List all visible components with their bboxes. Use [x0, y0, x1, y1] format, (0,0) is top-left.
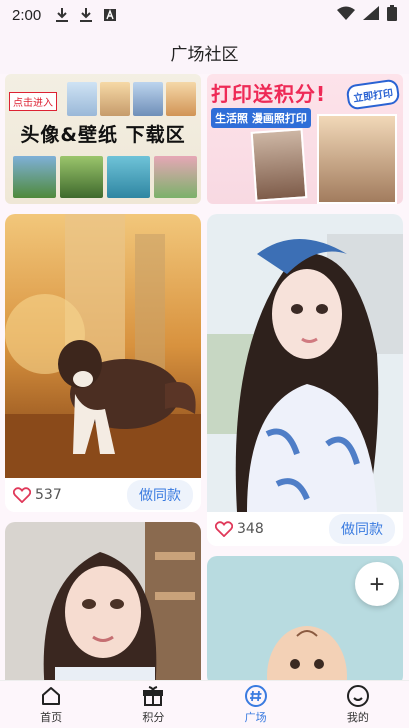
a-icon: [103, 7, 117, 23]
signal-icon: [363, 6, 379, 24]
home-icon: [40, 685, 62, 707]
heart-icon[interactable]: [215, 521, 233, 537]
avatar-thumbnails: [67, 82, 196, 116]
status-bar: 2:00: [0, 0, 409, 30]
tab-home[interactable]: 首页: [0, 681, 102, 728]
print-points-banner[interactable]: 打印送积分! 立即打印 生活照 漫画照打印: [207, 74, 403, 204]
tab-label: 广场: [244, 710, 267, 724]
page-title: 广场社区: [170, 44, 239, 65]
hash-icon: [244, 684, 267, 707]
create-post-button[interactable]: +: [355, 562, 399, 606]
heart-icon[interactable]: [13, 487, 31, 503]
wallpaper-download-banner[interactable]: 点击进入 头像&壁纸 下载区: [5, 74, 201, 204]
make-same-button[interactable]: 做同款: [329, 514, 395, 544]
tab-square[interactable]: 广场: [205, 681, 307, 728]
post-footer: 537 做同款: [5, 478, 201, 512]
like-count: 348: [237, 521, 264, 537]
download-icon: [55, 7, 69, 23]
tab-label: 积分: [142, 710, 165, 724]
post-footer: 348 做同款: [207, 512, 403, 546]
sample-photo: [250, 128, 308, 202]
make-same-button[interactable]: 做同款: [127, 480, 193, 510]
post-card[interactable]: 537 做同款: [5, 214, 201, 512]
page-header: 广场社区: [0, 30, 409, 74]
banner-subtitle: 生活照 漫画照打印: [211, 108, 311, 128]
feed-column-left: 点击进入 头像&壁纸 下载区 537 做同款: [5, 74, 201, 680]
tab-points[interactable]: 积分: [102, 681, 204, 728]
bottom-tab-bar: 首页 积分 广场 我的: [0, 680, 409, 728]
smile-icon: [346, 684, 369, 707]
post-image-girl-portrait[interactable]: [5, 522, 201, 680]
like-group[interactable]: 537: [13, 487, 62, 503]
plus-icon: +: [369, 568, 385, 599]
sample-photo: [317, 114, 397, 204]
wallpaper-thumbnails: [13, 156, 197, 198]
wifi-icon: [337, 6, 355, 24]
tab-label: 首页: [40, 710, 63, 724]
download-icon: [79, 7, 93, 23]
like-count: 537: [35, 487, 62, 503]
feed[interactable]: 点击进入 头像&壁纸 下载区 537 做同款 打印送积分! 立即打印 生活照 漫…: [0, 74, 409, 680]
post-image-girl-blue-dress[interactable]: [207, 214, 403, 512]
gift-icon: [142, 685, 164, 707]
tab-label: 我的: [346, 710, 369, 724]
tab-profile[interactable]: 我的: [307, 681, 409, 728]
battery-icon: [387, 5, 397, 25]
post-card[interactable]: 348 做同款: [207, 214, 403, 546]
banner-title: 打印送积分!: [211, 82, 327, 106]
banner-tag: 点击进入: [9, 92, 57, 111]
banner-title: 头像&壁纸 下载区: [20, 124, 186, 146]
post-card[interactable]: [5, 522, 201, 680]
status-time: 2:00: [12, 6, 42, 24]
post-image-dog[interactable]: [5, 214, 201, 478]
like-group[interactable]: 348: [215, 521, 264, 537]
print-now-button[interactable]: 立即打印: [345, 78, 401, 111]
